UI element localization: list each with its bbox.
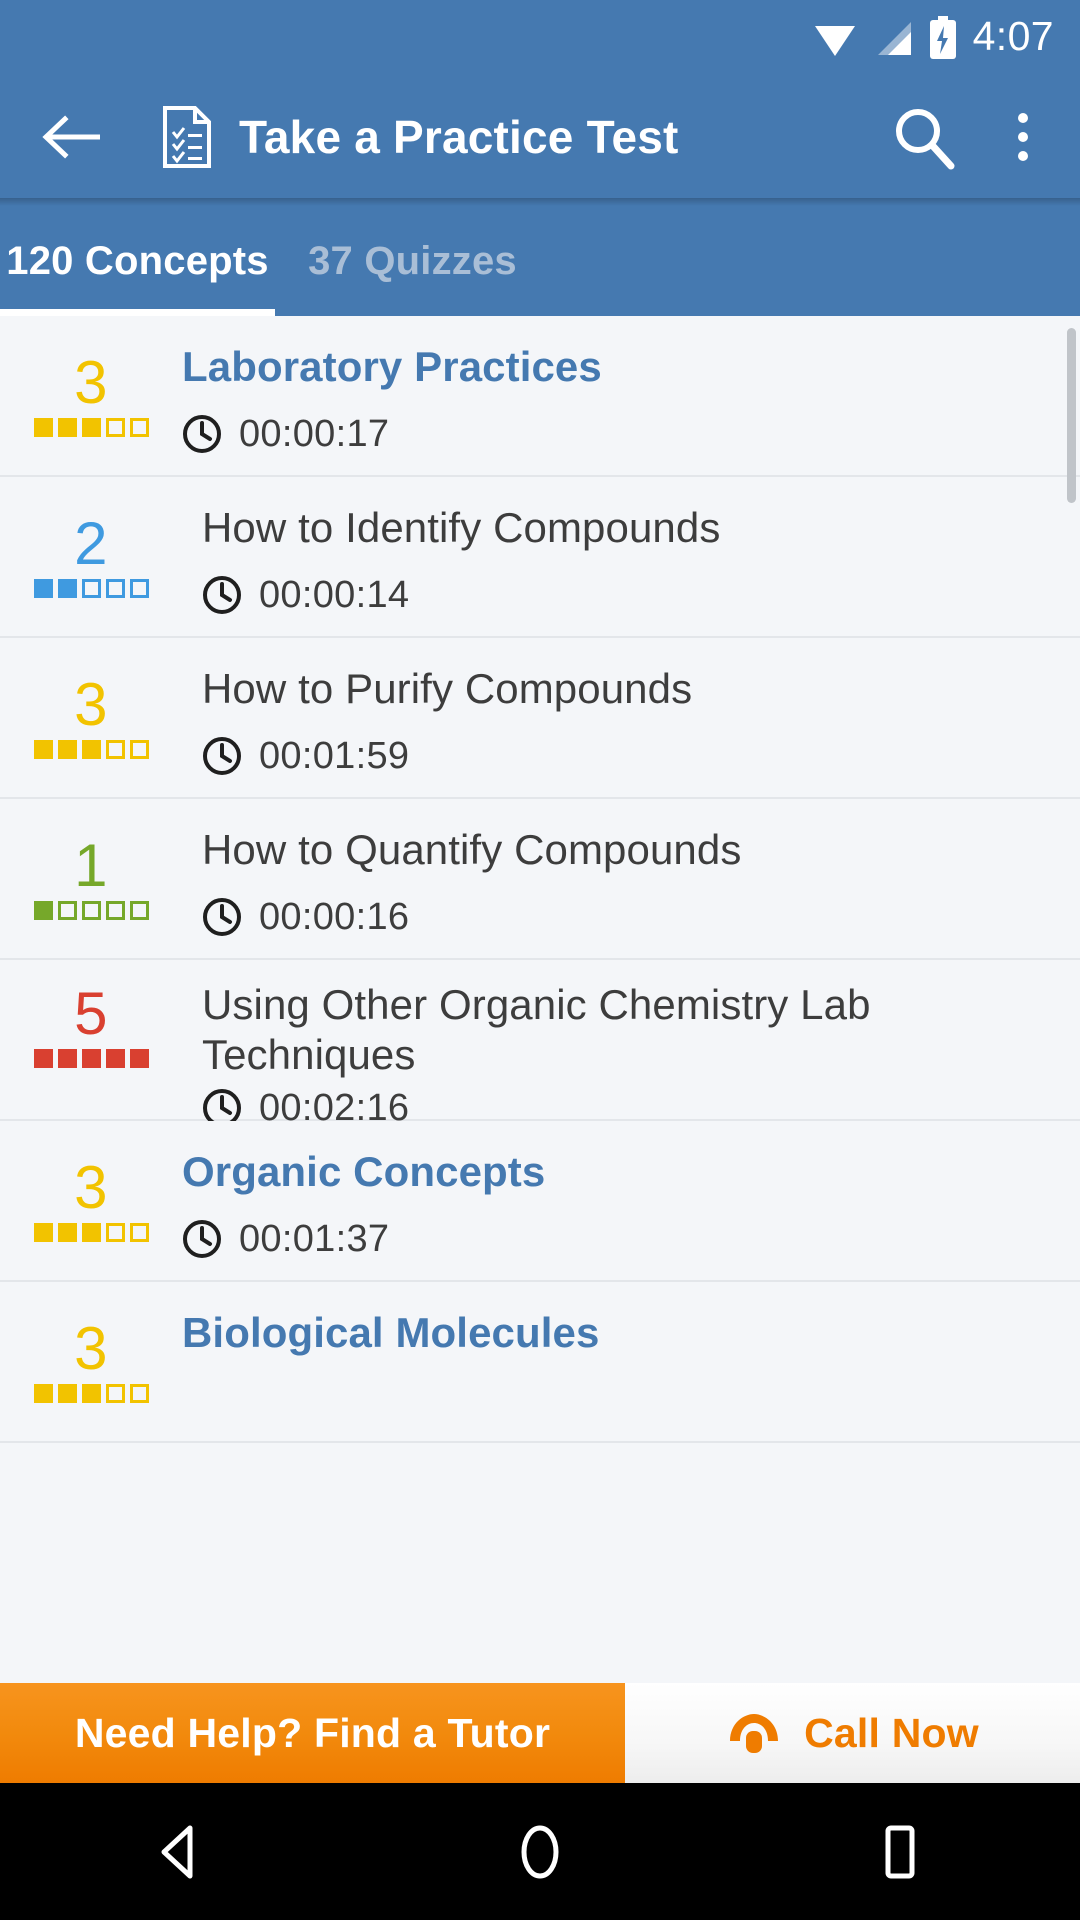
timer-text: 00:01:37 xyxy=(239,1218,390,1260)
nav-recents-icon xyxy=(885,1825,915,1878)
more-vert-icon xyxy=(1018,112,1028,123)
nav-back-button[interactable] xyxy=(90,1783,270,1920)
status-icons: 4:07 xyxy=(813,12,1054,60)
overflow-menu-button[interactable] xyxy=(1000,102,1046,172)
more-vert-icon xyxy=(1018,131,1028,142)
rating-widget: 1 xyxy=(0,832,182,920)
rating-number: 3 xyxy=(74,1315,108,1382)
row-title[interactable]: Organic Concepts xyxy=(182,1147,1050,1197)
more-vert-icon xyxy=(1018,150,1028,161)
rating-widget: 3 xyxy=(0,671,182,759)
nav-home-button[interactable] xyxy=(450,1783,630,1920)
find-tutor-label: Need Help? Find a Tutor xyxy=(74,1709,551,1756)
row-timer: 00:00:14 xyxy=(202,575,1050,615)
clock-icon xyxy=(202,575,242,615)
rating-blocks xyxy=(33,740,149,759)
row-title[interactable]: How to Purify Compounds xyxy=(202,664,1050,714)
find-tutor-button[interactable]: Need Help? Find a Tutor xyxy=(0,1683,625,1783)
row-info: How to Identify Compounds 00:00:14 xyxy=(182,477,1080,641)
tutor-banner: Need Help? Find a Tutor Call Now xyxy=(0,1683,1080,1783)
tab-indicator xyxy=(0,309,275,316)
android-nav-bar xyxy=(0,1783,1080,1920)
rating-widget: 3 xyxy=(0,1154,182,1242)
table-row[interactable]: 3 Biological Molecules xyxy=(0,1282,1080,1443)
row-title[interactable]: How to Quantify Compounds xyxy=(202,825,1050,875)
tab-concepts[interactable]: 120 Concepts xyxy=(0,206,275,316)
rating-widget: 3 xyxy=(0,1315,182,1403)
clock-icon xyxy=(182,1219,222,1259)
row-title[interactable]: How to Identify Compounds xyxy=(202,503,1050,553)
rating-number: 2 xyxy=(74,510,108,577)
row-title[interactable]: Biological Molecules xyxy=(182,1308,1050,1358)
arrow-back-icon xyxy=(42,114,100,159)
phone-icon xyxy=(726,1711,782,1755)
table-row[interactable]: 3 Organic Concepts 00:01:37 xyxy=(0,1121,1080,1282)
wifi-icon xyxy=(813,18,857,58)
rating-widget: 3 xyxy=(0,349,182,437)
rating-blocks xyxy=(33,1384,149,1403)
rating-number: 1 xyxy=(74,832,108,899)
status-bar: 4:07 xyxy=(0,0,1080,75)
tab-bar: 120 Concepts 37 Quizzes xyxy=(0,206,1080,316)
timer-text: 00:00:16 xyxy=(259,896,410,938)
search-button[interactable] xyxy=(888,102,958,172)
rating-blocks xyxy=(33,901,149,920)
call-now-button[interactable]: Call Now xyxy=(625,1683,1080,1783)
clock-icon xyxy=(202,897,242,937)
row-timer: 00:01:37 xyxy=(182,1219,1050,1259)
table-row[interactable]: 5 Using Other Organic Chemistry Lab Tech… xyxy=(0,960,1080,1127)
app-bar-shadow xyxy=(0,198,1080,206)
row-info: How to Quantify Compounds 00:00:16 xyxy=(182,799,1080,963)
concept-list[interactable]: 3 Laboratory Practices 00:00:17 2 How to… xyxy=(0,316,1080,1668)
rating-widget: 5 xyxy=(0,980,182,1094)
rating-number: 5 xyxy=(74,980,108,1047)
search-icon xyxy=(896,108,955,169)
row-info: Organic Concepts 00:01:37 xyxy=(182,1121,1080,1285)
call-now-label: Call Now xyxy=(804,1709,979,1756)
nav-recents-button[interactable] xyxy=(810,1783,990,1920)
rating-number: 3 xyxy=(74,671,108,738)
rating-blocks xyxy=(33,1223,149,1242)
battery-charging-icon xyxy=(929,15,957,60)
status-time: 4:07 xyxy=(972,12,1054,59)
nav-back-icon xyxy=(161,1825,193,1878)
nav-home-icon xyxy=(521,1825,559,1878)
timer-text: 00:00:14 xyxy=(259,574,410,616)
row-timer: 00:00:17 xyxy=(182,414,1050,454)
timer-text: 00:01:59 xyxy=(259,735,410,777)
row-info: How to Purify Compounds 00:01:59 xyxy=(182,638,1080,802)
tab-quizzes[interactable]: 37 Quizzes xyxy=(275,206,550,316)
row-info: Biological Molecules xyxy=(182,1282,1080,1384)
table-row[interactable]: 2 How to Identify Compounds 00:00:14 xyxy=(0,477,1080,638)
cell-signal-icon xyxy=(873,18,913,58)
phone-screen: 4:07 Take a Practice Test 120 Concepts 3… xyxy=(0,0,1080,1920)
table-row[interactable]: 1 How to Quantify Compounds 00:00:16 xyxy=(0,799,1080,960)
timer-text: 00:00:17 xyxy=(239,413,390,455)
scrollbar-thumb[interactable] xyxy=(1067,328,1076,503)
rating-blocks xyxy=(33,1049,149,1068)
row-title[interactable]: Using Other Organic Chemistry Lab Techni… xyxy=(202,980,892,1080)
rating-widget: 2 xyxy=(0,510,182,598)
table-row[interactable]: 3 Laboratory Practices 00:00:17 xyxy=(0,316,1080,477)
rating-number: 3 xyxy=(74,1154,108,1221)
rating-number: 3 xyxy=(74,349,108,416)
page-title: Take a Practice Test xyxy=(239,110,679,163)
clock-icon xyxy=(202,736,242,776)
document-checklist-icon xyxy=(161,105,213,168)
app-bar: Take a Practice Test xyxy=(0,75,1080,198)
table-row[interactable]: 3 How to Purify Compounds 00:01:59 xyxy=(0,638,1080,799)
row-info: Laboratory Practices 00:00:17 xyxy=(182,316,1080,480)
row-timer: 00:01:59 xyxy=(202,736,1050,776)
rating-blocks xyxy=(33,579,149,598)
clock-icon xyxy=(182,414,222,454)
back-button[interactable] xyxy=(38,104,104,170)
rating-blocks xyxy=(33,418,149,437)
row-title[interactable]: Laboratory Practices xyxy=(182,342,1050,392)
row-timer: 00:00:16 xyxy=(202,897,1050,937)
